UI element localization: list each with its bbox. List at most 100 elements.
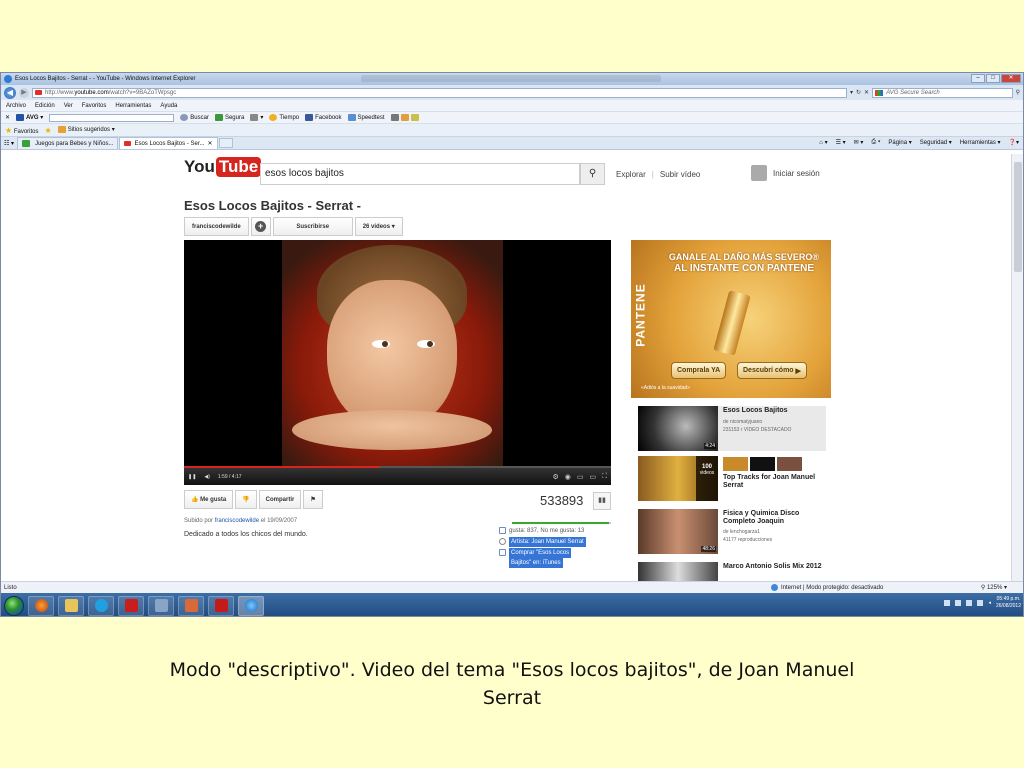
like-button[interactable]: 👍 Me gusta bbox=[184, 490, 234, 509]
avg-toolbar: ✕ AVG ▾ Buscar Segura ▾ Tiempo Facebook … bbox=[1, 111, 1023, 123]
video-player[interactable]: ❚❚ ◀) 1:59 / 4:17 ⚙ ◉ ▭ ▭ ⛶ bbox=[184, 240, 611, 485]
search-input[interactable]: AVG Secure Search bbox=[872, 87, 1013, 98]
menu-favoritos[interactable]: Favoritos bbox=[82, 103, 107, 109]
tab-esos-locos-bajitos[interactable]: Esos Locos Bajitos - Ser... ✕ bbox=[119, 137, 218, 149]
pause-button[interactable]: ❚❚ bbox=[188, 474, 196, 480]
share-button[interactable]: Compartir bbox=[258, 490, 302, 509]
settings-icon[interactable]: ⚙ bbox=[552, 473, 558, 481]
ad-buy-button[interactable]: Comprala YA bbox=[671, 362, 727, 379]
security-zone[interactable]: Internet | Modo protegido: desactivado bbox=[771, 584, 883, 591]
taskbar-adobe-reader[interactable] bbox=[208, 595, 234, 616]
related-video-4[interactable]: Marco Antonio Solis Mix 2012 bbox=[638, 562, 828, 581]
search-icon[interactable]: ⚲ bbox=[1016, 89, 1020, 96]
avg-search-field[interactable] bbox=[49, 113, 175, 122]
menu-pagina[interactable]: Página ▾ bbox=[888, 139, 911, 146]
zoom-level[interactable]: ⚲ 125% ▾ bbox=[981, 584, 1007, 591]
forward-button[interactable]: ▶ bbox=[19, 87, 29, 98]
scrollbar[interactable] bbox=[1011, 154, 1023, 581]
related-thumbnail: 48:26 bbox=[638, 509, 718, 554]
dropdown-arrow-icon[interactable]: ▾ bbox=[850, 89, 853, 96]
toolbar-extra-icons[interactable] bbox=[390, 113, 421, 121]
menu-seguridad[interactable]: Seguridad ▾ bbox=[920, 139, 952, 146]
related-video-3[interactable]: 48:26 Fisica y Quimica Disco Completo Jo… bbox=[638, 509, 828, 554]
avg-buscar-button[interactable]: Buscar bbox=[180, 113, 209, 121]
clock[interactable]: 05:49 p.m. 26/08/2012 bbox=[996, 596, 1021, 610]
small-player-icon[interactable]: ▭ bbox=[577, 473, 584, 481]
stats-button[interactable]: ▮▮ bbox=[593, 492, 611, 510]
quick-tabs-icon[interactable]: ☷ ▾ bbox=[1, 140, 17, 147]
refresh-icon[interactable]: ↻ bbox=[856, 89, 861, 96]
taskbar-explorer[interactable] bbox=[58, 595, 84, 616]
minimize-button[interactable]: – bbox=[971, 74, 985, 83]
mail-icon[interactable]: ✉ ▾ bbox=[854, 139, 864, 146]
menu-ver[interactable]: Ver bbox=[64, 103, 73, 109]
taskbar-internet-explorer[interactable] bbox=[238, 595, 264, 616]
tab-juegos[interactable]: Juegos para Bebes y Niños... bbox=[17, 137, 119, 149]
new-tab-button[interactable] bbox=[218, 138, 233, 148]
network-icon[interactable] bbox=[966, 600, 973, 606]
channel-name-button[interactable]: franciscodewilde bbox=[184, 217, 249, 236]
taskbar-skype[interactable] bbox=[88, 595, 114, 616]
scrollbar-thumb[interactable] bbox=[1014, 162, 1022, 272]
back-button[interactable]: ◀ bbox=[4, 86, 16, 99]
stop-icon[interactable]: ✕ bbox=[864, 89, 869, 96]
close-tab-icon[interactable]: ✕ bbox=[207, 140, 212, 147]
taskbar-firefox[interactable] bbox=[28, 595, 54, 616]
avg-facebook-button[interactable]: Facebook bbox=[305, 113, 342, 121]
start-button[interactable] bbox=[4, 595, 24, 616]
nav-explorar[interactable]: Explorar bbox=[616, 170, 646, 179]
avg-segura-button[interactable]: Segura bbox=[214, 113, 244, 121]
help-icon[interactable]: ❓▾ bbox=[1009, 139, 1019, 146]
tray-icon[interactable] bbox=[955, 600, 962, 606]
youtube-search-input[interactable]: esos locos bajitos bbox=[260, 163, 580, 185]
dislike-button[interactable]: 👎 bbox=[235, 490, 257, 509]
annotations-icon[interactable]: ◉ bbox=[565, 473, 571, 481]
youtube-logo[interactable]: You Tube bbox=[184, 157, 262, 177]
avg-menu-button[interactable]: ▾ bbox=[250, 113, 263, 121]
add-channel-button[interactable]: + bbox=[250, 217, 271, 236]
published-channel-link[interactable]: franciscodewilde bbox=[215, 518, 259, 524]
subscribe-button[interactable]: Suscribirse bbox=[272, 217, 353, 236]
large-player-icon[interactable]: ▭ bbox=[589, 473, 596, 481]
pantene-ad[interactable]: GANALE AL DAÑO MÁS SEVERO® AL INSTANTE C… bbox=[631, 240, 831, 398]
show-hidden-icons[interactable]: ◂ bbox=[988, 600, 991, 606]
taskbar-app5[interactable] bbox=[148, 595, 174, 616]
avg-speedtest-button[interactable]: Speedtest bbox=[347, 113, 385, 121]
suggested-sites[interactable]: Sitios sugeridos ▾ bbox=[57, 126, 115, 134]
home-icon[interactable]: ⌂ ▾ bbox=[819, 139, 827, 146]
close-toolbar-icon[interactable]: ✕ bbox=[5, 114, 10, 121]
window-icon bbox=[154, 599, 168, 612]
menu-archivo[interactable]: Archivo bbox=[6, 103, 26, 109]
feeds-icon[interactable]: ☰ ▾ bbox=[836, 139, 846, 146]
youtube-search-button[interactable]: ⚲ bbox=[580, 163, 605, 185]
skype-icon bbox=[94, 599, 108, 612]
url-field[interactable]: http://www. youtube.com /watch?v=9BAZoTW… bbox=[32, 87, 847, 98]
progress-bar[interactable] bbox=[184, 466, 611, 468]
avg-brand[interactable]: AVG ▾ bbox=[16, 113, 43, 121]
add-favorite-icon[interactable]: ★ bbox=[45, 126, 52, 135]
taskbar-app6[interactable] bbox=[178, 595, 204, 616]
taskbar-antivirus[interactable] bbox=[118, 595, 144, 616]
ad-discover-button[interactable]: Descubrí cómo ▶ bbox=[737, 362, 807, 379]
signin-link[interactable]: Iniciar sesión bbox=[773, 169, 820, 178]
avg-tiempo-button[interactable]: Tiempo bbox=[269, 113, 299, 121]
add-to-button[interactable]: ⚑ bbox=[303, 490, 323, 509]
favorites-button[interactable]: ★ Favoritos bbox=[5, 126, 39, 135]
menu-herramientas[interactable]: Herramientas bbox=[115, 103, 151, 109]
menu-edicion[interactable]: Edición bbox=[35, 103, 55, 109]
fullscreen-icon[interactable]: ⛶ bbox=[602, 473, 607, 481]
volume-icon[interactable]: ◀) bbox=[204, 474, 210, 480]
tray-icon[interactable] bbox=[944, 600, 951, 606]
menu-ayuda[interactable]: Ayuda bbox=[160, 103, 177, 109]
music-note-icon bbox=[499, 538, 506, 545]
close-button[interactable]: ✕ bbox=[1001, 74, 1021, 83]
volume-icon[interactable] bbox=[977, 600, 984, 606]
related-video-1[interactable]: 4:24 Esos Locos Bajitos de nicomatyjuano… bbox=[638, 406, 826, 451]
maximize-button[interactable]: □ bbox=[986, 74, 1000, 83]
menu-herramientas-cmd[interactable]: Herramientas ▾ bbox=[960, 139, 1001, 146]
related-playlist[interactable]: 100 videos Top Tracks for Joan Manuel Ser… bbox=[638, 456, 828, 501]
print-icon[interactable]: ⎙ ▾ bbox=[871, 139, 880, 146]
player-right-controls: ⚙ ◉ ▭ ▭ ⛶ bbox=[552, 473, 607, 481]
nav-subir-video[interactable]: Subir vídeo bbox=[660, 170, 700, 179]
videos-dropdown[interactable]: 26 vídeos ▾ bbox=[354, 217, 403, 236]
